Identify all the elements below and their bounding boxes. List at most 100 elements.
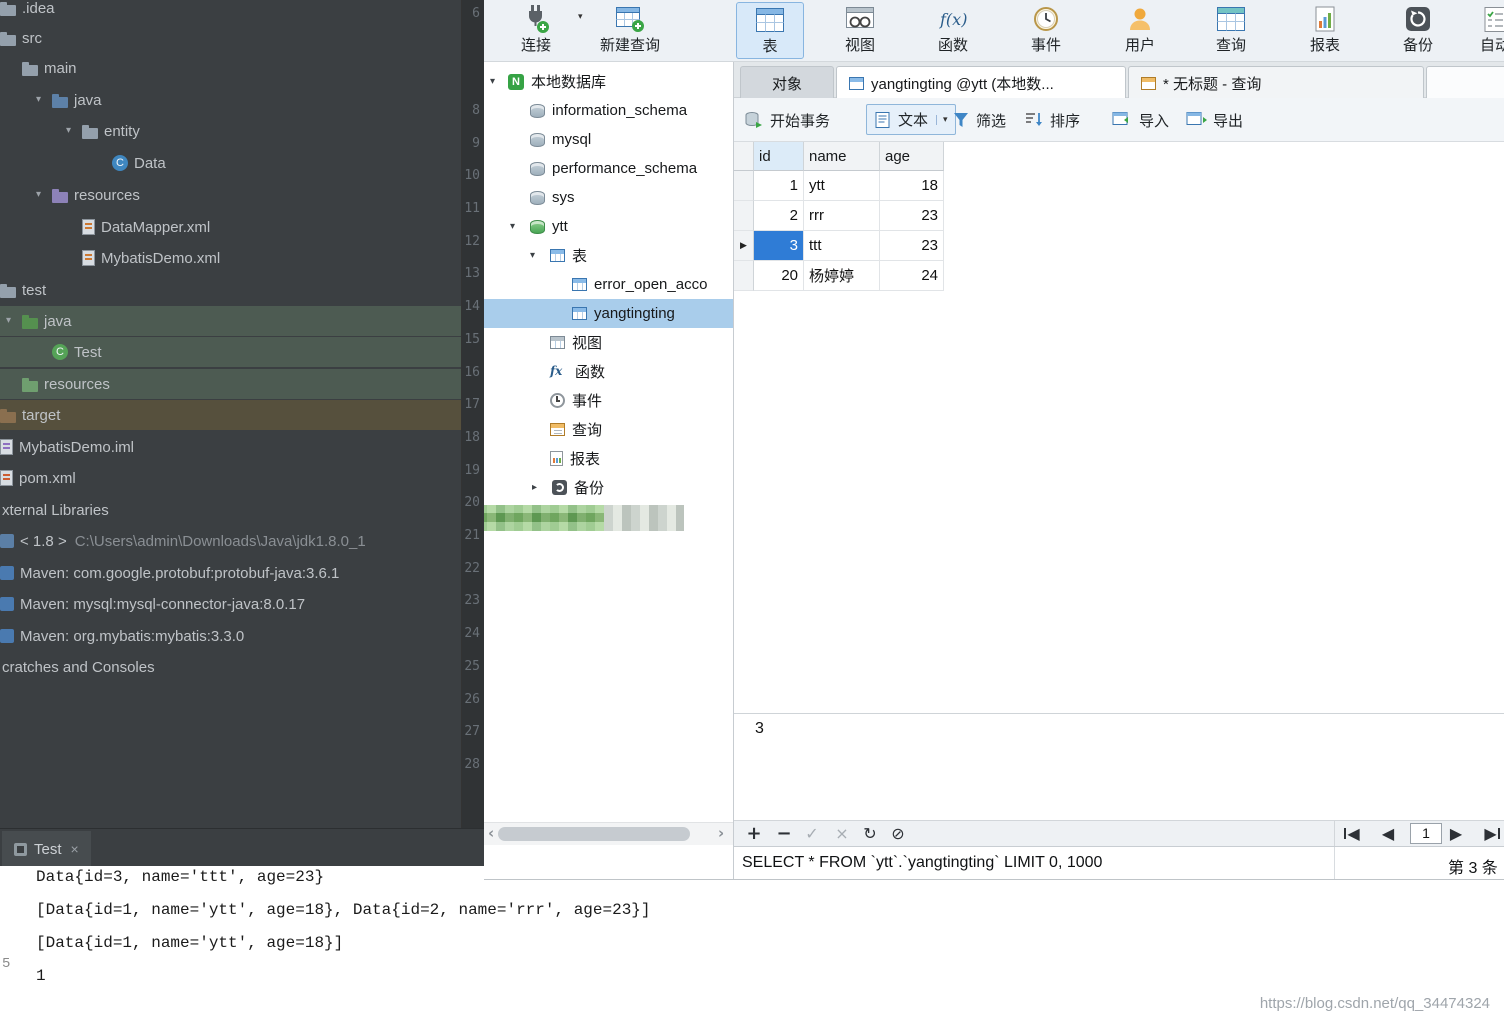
backup-button[interactable]: 备份 [1376,2,1460,59]
add-record-icon[interactable]: + [742,821,766,846]
stop-icon[interactable]: ⊘ [886,821,910,846]
row-marker-current[interactable]: ▶ [734,231,754,261]
tree-item-maven-protobuf[interactable]: Maven: com.google.protobuf:protobuf-java… [0,558,462,588]
cell-id[interactable]: 1 [754,171,804,201]
close-icon[interactable]: × [71,841,79,857]
tree-item-data-class[interactable]: Data [0,148,462,178]
value-pane-divider[interactable] [734,713,1504,714]
scroll-right-icon[interactable]: › [718,824,724,842]
cell-age[interactable]: 24 [880,261,944,291]
users-button[interactable]: 用户 [1098,2,1182,59]
tree-item-test-java[interactable]: ▾java [0,306,462,336]
cell-name[interactable]: rrr [804,201,880,231]
tab-partial[interactable] [1426,66,1504,99]
tree-table-yangtingting[interactable]: yangtingting [484,299,734,328]
tree-item-target[interactable]: target [0,400,462,430]
tree-reports-node[interactable]: 报表 [484,444,734,473]
begin-transaction-button[interactable]: 开始事务 [744,106,830,134]
filter-button[interactable]: 筛选 [952,106,1006,134]
tree-db-information-schema[interactable]: information_schema [484,96,734,125]
functions-button[interactable]: f(x) 函数 [911,2,995,59]
tree-events-node[interactable]: 事件 [484,386,734,415]
tree-item-idea[interactable]: .idea [0,0,462,23]
import-button[interactable]: 导入 [1112,106,1169,134]
cell-id-selected[interactable]: 3 [754,231,804,261]
tab-untitled-query[interactable]: * 无标题 - 查询 [1128,66,1424,99]
tree-backup-node[interactable]: ▸备份 [484,473,734,502]
events-button[interactable]: 事件 [1004,2,1088,59]
next-page-icon[interactable]: ▶ [1444,821,1468,846]
connection-button[interactable]: 连接 [494,2,578,59]
tree-item-scratches[interactable]: cratches and Consoles [0,652,462,682]
tree-horizontal-scrollbar[interactable]: ‹ › [484,822,734,845]
chevron-down-icon[interactable]: ▾ [936,115,948,125]
tree-item-test-resources[interactable]: resources [0,369,462,399]
text-view-toggle[interactable]: 文本 ▾ [866,104,956,135]
chevron-down-icon[interactable]: ▾ [36,189,41,200]
chevron-down-icon[interactable]: ▾ [578,12,583,22]
tree-item-pom-xml[interactable]: pom.xml [0,463,462,493]
views-button[interactable]: 视图 [818,2,902,59]
reports-button[interactable]: 报表 [1283,2,1367,59]
new-query-button[interactable]: 新建查询 [588,2,672,59]
row-marker[interactable] [734,261,754,291]
column-header-age[interactable]: age [880,142,944,171]
cell-id[interactable]: 2 [754,201,804,231]
export-button[interactable]: 导出 [1186,106,1243,134]
tables-button[interactable]: 表 [736,2,804,59]
chevron-down-icon[interactable]: ▾ [36,94,41,105]
tree-item-maven-mybatis[interactable]: Maven: org.mybatis:mybatis:3.3.0 [0,621,462,651]
grid-row[interactable]: 2 rrr 23 [734,201,944,231]
chevron-right-icon[interactable]: ▸ [532,482,537,493]
tree-item-iml-file[interactable]: MybatisDemo.iml [0,432,462,462]
tree-db-sys[interactable]: sys [484,183,734,212]
first-page-button[interactable]: ◀ [1340,821,1364,846]
cell-age[interactable]: 23 [880,201,944,231]
scroll-left-icon[interactable]: ‹ [488,824,494,842]
tab-objects[interactable]: 对象 [740,66,834,99]
grid-row[interactable]: 20 杨婷婷 24 [734,261,944,291]
sort-button[interactable]: 排序 [1024,106,1080,134]
tree-item-main[interactable]: main [0,53,462,83]
discard-changes-icon[interactable]: × [830,821,854,846]
cell-age[interactable]: 18 [880,171,944,201]
tree-db-ytt[interactable]: ▾ytt [484,212,734,241]
tree-item-test-folder[interactable]: test [0,275,462,305]
tree-item-resources[interactable]: ▾resources [0,180,462,210]
chevron-down-icon[interactable]: ▾ [6,315,11,326]
page-number-input[interactable]: 1 [1410,823,1442,844]
tree-queries-node[interactable]: 查询 [484,415,734,444]
tree-item-mybatisdemo-xml[interactable]: MybatisDemo.xml [0,243,462,273]
column-header-id[interactable]: id [754,142,804,171]
cell-name[interactable]: ttt [804,231,880,261]
tree-connection-root[interactable]: ▾本地数据库 [484,67,734,96]
cell-id[interactable]: 20 [754,261,804,291]
tree-db-performance-schema[interactable]: performance_schema [484,154,734,183]
last-page-button[interactable]: ▶ [1480,821,1504,846]
tree-item-maven-mysql[interactable]: Maven: mysql:mysql-connector-java:8.0.17 [0,589,462,619]
cell-name[interactable]: 杨婷婷 [804,261,880,291]
automation-button[interactable]: 自动 [1453,2,1504,59]
tree-functions-node[interactable]: 函数 [484,357,734,386]
row-marker[interactable] [734,171,754,201]
tree-item-jdk[interactable]: < 1.8 >C:\Users\admin\Downloads\Java\jdk… [0,526,462,556]
previous-page-icon[interactable]: ◀ [1376,821,1400,846]
apply-changes-icon[interactable]: ✓ [800,821,824,846]
tab-table-yangtingting[interactable]: yangtingting @ytt (本地数... [836,66,1126,99]
grid-row-selected[interactable]: ▶ 3 ttt 23 [734,231,944,261]
cell-age[interactable]: 23 [880,231,944,261]
tree-item-src[interactable]: src [0,23,462,53]
chevron-down-icon[interactable]: ▾ [66,125,71,136]
grid-row[interactable]: 1 ytt 18 [734,171,944,201]
tree-item-entity[interactable]: ▾entity [0,116,462,146]
chevron-down-icon[interactable]: ▾ [510,221,515,232]
tree-item-external-libraries[interactable]: xternal Libraries [0,495,462,525]
refresh-icon[interactable]: ↻ [858,821,882,846]
tree-db-mysql[interactable]: mysql [484,125,734,154]
queries-button[interactable]: 查询 [1189,2,1273,59]
cell-name[interactable]: ytt [804,171,880,201]
tree-item-test-class[interactable]: Test [0,337,462,367]
row-marker[interactable] [734,201,754,231]
chevron-down-icon[interactable]: ▾ [490,76,495,87]
chevron-down-icon[interactable]: ▾ [530,250,535,261]
